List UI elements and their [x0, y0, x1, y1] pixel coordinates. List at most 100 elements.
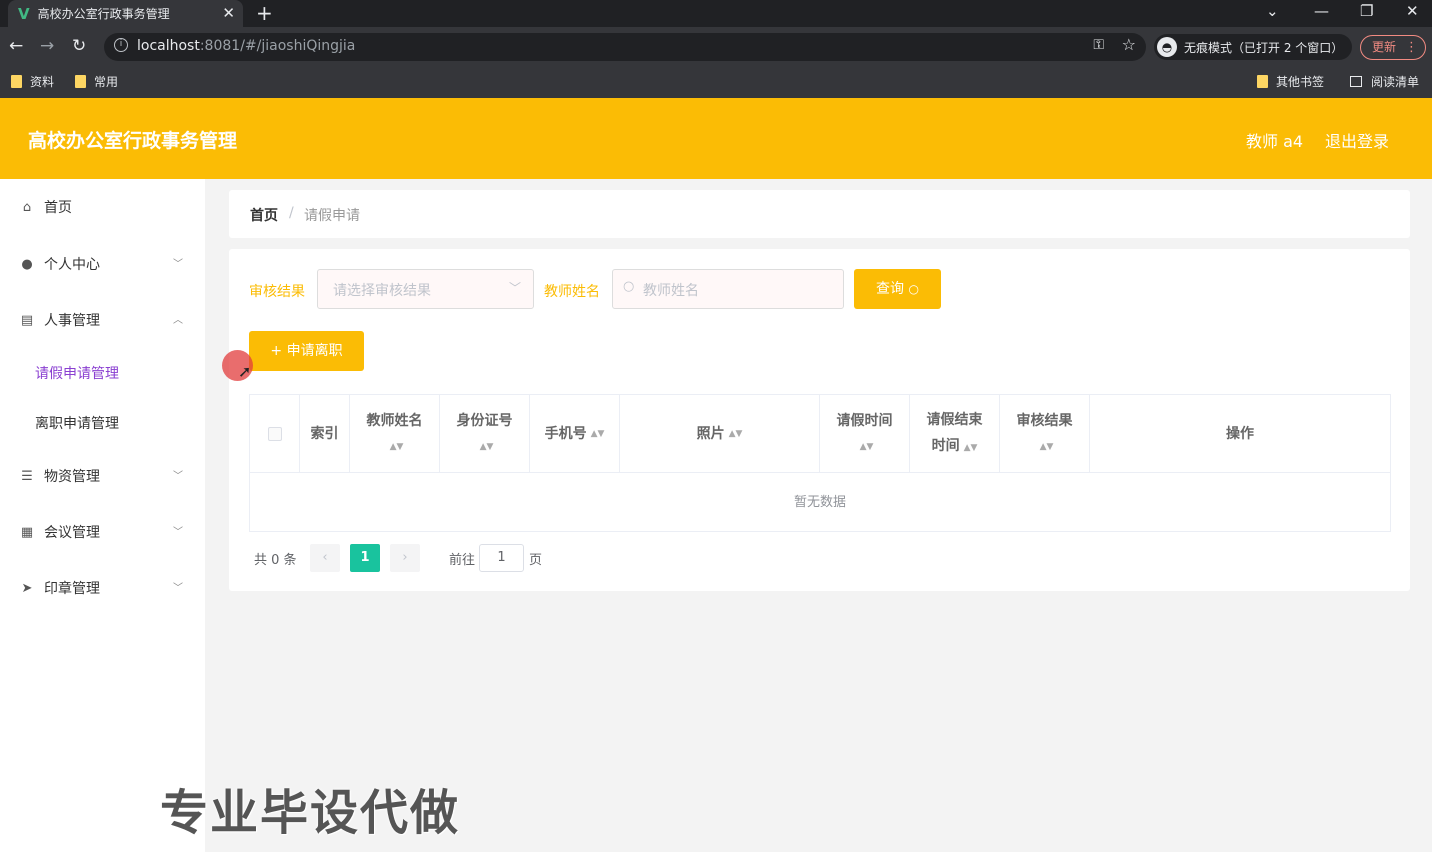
- chevron-down-icon: ﹀: [173, 583, 183, 594]
- goto-page-input[interactable]: 1: [479, 544, 524, 572]
- incognito-icon: ◓: [1157, 37, 1177, 57]
- calendar-icon: ▦: [20, 524, 34, 540]
- current-user: 教师 a4: [1246, 132, 1304, 151]
- bookmark-folder[interactable]: 资料: [11, 73, 54, 90]
- bookmark-star-icon[interactable]: ☆: [1122, 35, 1136, 54]
- column-header[interactable]: 审核结果 ▲▼: [1000, 395, 1090, 472]
- folder-icon: [75, 75, 86, 88]
- close-tab-icon[interactable]: ✕: [222, 4, 235, 22]
- reload-icon[interactable]: ↻: [72, 36, 86, 56]
- minimize-icon[interactable]: —: [1314, 2, 1329, 20]
- chevron-down-icon: ﹀: [173, 471, 183, 482]
- chevron-up-icon: ︿: [173, 315, 183, 326]
- vue-logo-icon: V: [18, 4, 30, 23]
- browser-tab-strip: V 高校办公室行政事务管理 ✕ + ⌄ — ❐ ✕: [0, 0, 1432, 27]
- sort-icon[interactable]: ▲▼: [591, 421, 605, 447]
- breadcrumb-home[interactable]: 首页: [250, 205, 278, 225]
- chevron-down-icon: ﹀: [508, 281, 521, 295]
- browser-toolbar: ← → ↻ i localhost:8081/#/jiaoshiQingjia …: [0, 27, 1432, 67]
- update-button[interactable]: 更新 ⋮: [1360, 35, 1426, 60]
- prev-page-button[interactable]: ‹: [310, 544, 340, 572]
- breadcrumb: 首页 / 请假申请: [229, 190, 1410, 238]
- tab-search-icon[interactable]: ⌄: [1266, 2, 1279, 20]
- bookmarks-bar: 资料 常用 其他书签 阅读清单: [0, 67, 1432, 98]
- browser-tab[interactable]: V 高校办公室行政事务管理 ✕: [8, 0, 243, 27]
- list-icon: ☰: [21, 468, 33, 484]
- logout-link[interactable]: 退出登录: [1325, 128, 1389, 152]
- column-header: 索引: [300, 395, 350, 472]
- mouse-cursor-icon: ➚: [238, 362, 252, 381]
- site-info-icon[interactable]: i: [114, 38, 128, 52]
- sidebar-item-personal-center[interactable]: ● 个人中心 ﹀: [0, 249, 205, 279]
- tab-title: 高校办公室行政事务管理: [37, 7, 170, 21]
- current-page[interactable]: 1: [350, 544, 380, 572]
- key-icon[interactable]: ⚿: [1093, 37, 1104, 53]
- back-icon[interactable]: ←: [9, 36, 23, 56]
- sidebar-item-seals[interactable]: ➤ 印章管理 ﹀: [0, 573, 205, 603]
- sort-icon[interactable]: ▲▼: [860, 434, 874, 460]
- breadcrumb-current: 请假申请: [304, 208, 360, 224]
- empty-state: 暂无数据: [793, 495, 846, 510]
- watermark: 专业毕设代做: [160, 785, 461, 841]
- folder-icon: [11, 75, 22, 88]
- incognito-indicator[interactable]: ◓ 无痕模式（已打开 2 个窗口）: [1154, 34, 1352, 60]
- goto-label: 前往: [449, 552, 476, 568]
- close-window-icon[interactable]: ✕: [1406, 2, 1419, 20]
- column-header: 操作: [1226, 425, 1254, 442]
- plus-icon: +: [270, 343, 287, 359]
- chevron-down-icon: ﹀: [173, 527, 183, 538]
- result-select[interactable]: 请选择审核结果 ﹀: [317, 269, 534, 309]
- sort-icon[interactable]: ▲▼: [964, 443, 978, 453]
- app-title: 高校办公室行政事务管理: [28, 130, 238, 152]
- page-suffix: 页: [529, 552, 543, 568]
- column-header[interactable]: 身份证号 ▲▼: [440, 395, 530, 472]
- reading-list-icon: [1350, 76, 1362, 87]
- apply-resign-button[interactable]: + 申请离职: [249, 331, 364, 371]
- name-filter-label: 教师姓名: [544, 284, 600, 300]
- menu-dots-icon: ⋮: [1405, 40, 1418, 55]
- forward-icon[interactable]: →: [40, 36, 54, 56]
- clipboard-icon: ▤: [20, 312, 34, 328]
- search-icon: ○: [908, 282, 919, 296]
- user-icon: ●: [21, 256, 33, 272]
- sidebar: ⌂ 首页 ● 个人中心 ﹀ ▤ 人事管理 ︿ 请假申请管理 离职申请管理 ☰ 物…: [0, 179, 205, 852]
- select-all-checkbox[interactable]: [267, 426, 282, 441]
- url-text: localhost:8081/#/jiaoshiQingjia: [137, 38, 356, 54]
- sort-icon[interactable]: ▲▼: [480, 434, 494, 460]
- breadcrumb-separator: /: [289, 205, 294, 221]
- column-header[interactable]: 照片 ▲▼: [620, 395, 820, 472]
- sidebar-item-meetings[interactable]: ▦ 会议管理 ﹀: [0, 517, 205, 547]
- teacher-name-input[interactable]: ○ 教师姓名: [612, 269, 844, 309]
- sort-icon[interactable]: ▲▼: [1040, 434, 1054, 460]
- address-bar[interactable]: i localhost:8081/#/jiaoshiQingjia ⚿ ☆: [104, 33, 1146, 61]
- new-tab-icon[interactable]: +: [256, 1, 273, 25]
- bookmark-folder[interactable]: 常用: [75, 73, 118, 90]
- other-bookmarks[interactable]: 其他书签: [1257, 73, 1324, 90]
- paper-plane-icon: ➤: [21, 580, 33, 596]
- column-header[interactable]: 教师姓名 ▲▼: [350, 395, 440, 472]
- leave-table: 索引 教师姓名 ▲▼ 身份证号 ▲▼ 手机号 ▲▼ 照片 ▲▼ 请假时间 ▲▼ …: [249, 394, 1391, 532]
- sidebar-item-personnel[interactable]: ▤ 人事管理 ︿: [0, 305, 205, 335]
- sort-icon[interactable]: ▲▼: [729, 421, 743, 447]
- column-header[interactable]: 请假结束 时间 ▲▼: [910, 395, 1000, 472]
- sidebar-subitem-leave[interactable]: 请假申请管理: [35, 363, 119, 383]
- next-page-button[interactable]: ›: [390, 544, 420, 572]
- pagination-total: 共 0 条: [254, 552, 297, 568]
- column-header[interactable]: 请假时间 ▲▼: [820, 395, 910, 472]
- search-icon: ○: [623, 279, 635, 294]
- sidebar-item-home[interactable]: ⌂ 首页: [0, 192, 205, 222]
- folder-icon: [1257, 75, 1268, 88]
- sidebar-subitem-resign[interactable]: 离职申请管理: [35, 413, 119, 433]
- home-icon: ⌂: [22, 199, 32, 215]
- reading-list[interactable]: 阅读清单: [1350, 73, 1419, 90]
- column-header[interactable]: 手机号 ▲▼: [530, 395, 620, 472]
- main-panel: 审核结果 请选择审核结果 ﹀ 教师姓名 ○ 教师姓名 查询 ○ + 申请离职 索…: [229, 249, 1410, 591]
- sort-icon[interactable]: ▲▼: [390, 434, 404, 460]
- result-filter-label: 审核结果: [249, 284, 305, 300]
- query-button[interactable]: 查询 ○: [854, 269, 941, 309]
- sidebar-item-materials[interactable]: ☰ 物资管理 ﹀: [0, 461, 205, 491]
- maximize-icon[interactable]: ❐: [1360, 2, 1373, 20]
- app-header: 高校办公室行政事务管理 教师 a4 退出登录: [0, 98, 1432, 179]
- select-all-header[interactable]: [250, 395, 300, 472]
- chevron-down-icon: ﹀: [173, 259, 183, 270]
